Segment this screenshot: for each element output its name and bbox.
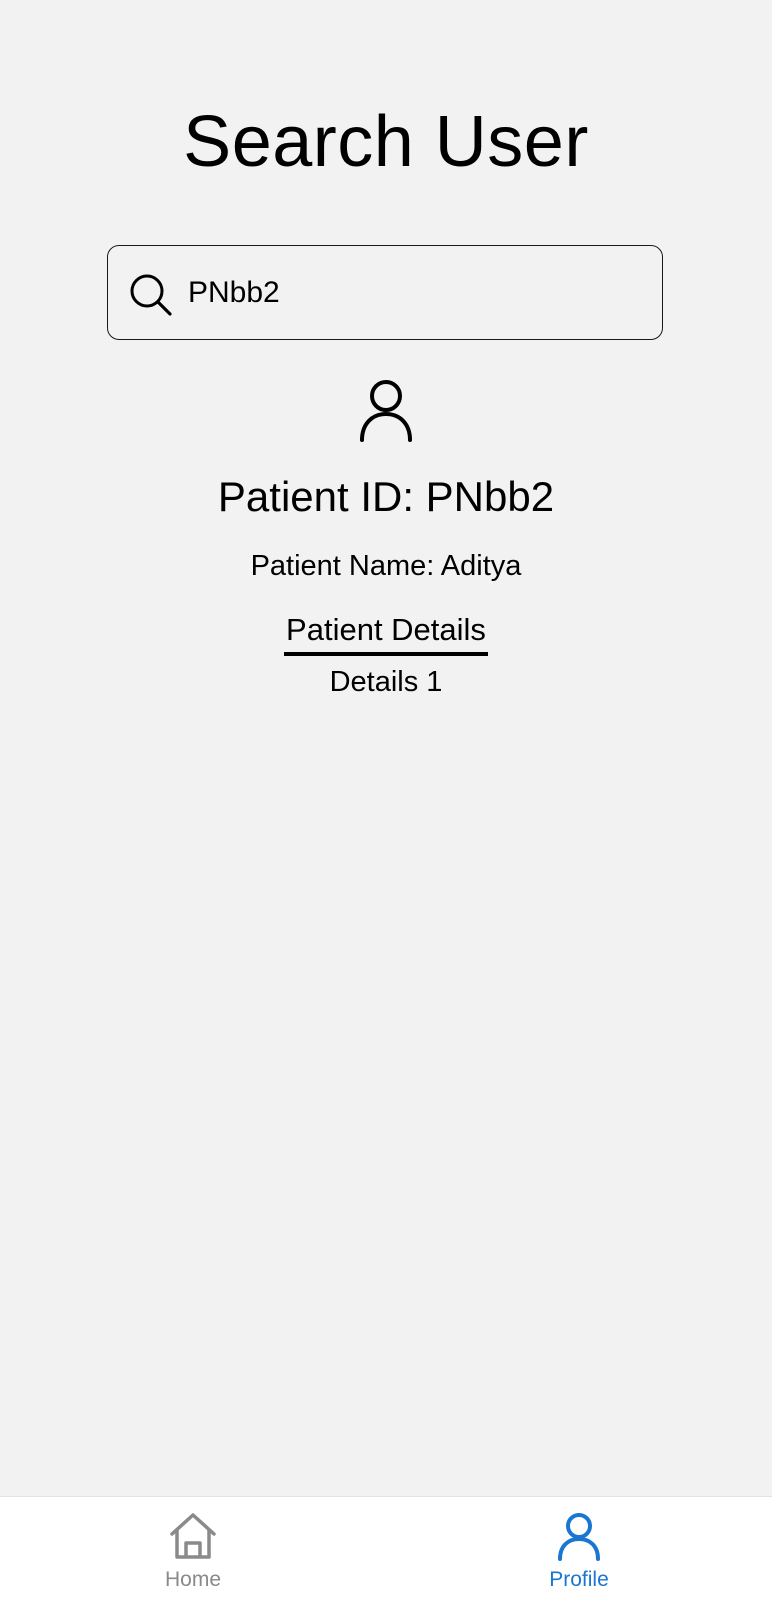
patient-id: Patient ID: PNbb2 [217,473,555,520]
search-icon[interactable] [127,271,175,319]
home-icon [170,1513,216,1559]
nav-item-home[interactable]: Home [93,1497,293,1601]
user-icon [558,1513,600,1561]
patient-name: Patient Name: Aditya [250,550,522,582]
nav-item-profile[interactable]: Profile [479,1497,679,1601]
nav-label-profile: Profile [549,1568,609,1591]
search-input[interactable] [188,268,628,318]
page-title: Search User [183,102,589,182]
patient-details-content: Details 1 [329,666,443,698]
patient-details-tab-container: Patient Details [0,610,772,656]
user-icon [360,380,412,442]
nav-label-home: Home [164,1568,222,1591]
tab-patient-details[interactable]: Patient Details [284,610,488,656]
bottom-navigation: Home Profile [0,1496,772,1601]
search-bar[interactable] [107,245,663,340]
